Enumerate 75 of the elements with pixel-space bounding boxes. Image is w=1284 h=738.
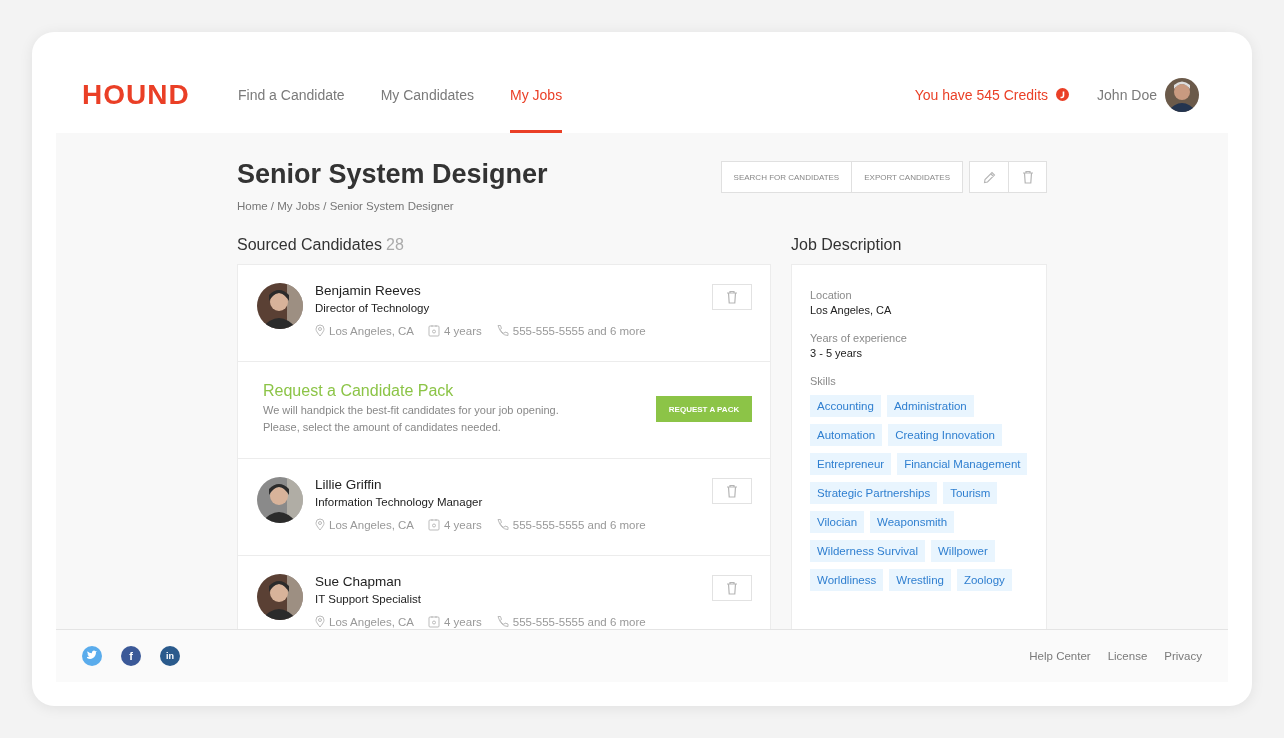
skill-tag: Wilderness Survival xyxy=(810,540,925,562)
skill-tag: Worldliness xyxy=(810,569,884,591)
linkedin-link[interactable]: in xyxy=(160,646,180,666)
field-label: Skills xyxy=(810,375,837,387)
pack-title: Request a Candidate Pack xyxy=(263,382,455,400)
candidate-name: Benjamin Reeves xyxy=(315,283,422,298)
trash-icon xyxy=(726,581,738,595)
candidate-phone: 555-555-5555 and 6 more xyxy=(512,615,646,628)
delete-button[interactable] xyxy=(712,478,752,504)
field-value: 3 - 5 years xyxy=(810,347,863,359)
calendar-icon xyxy=(428,324,441,337)
delete-button[interactable] xyxy=(712,575,752,601)
candidate-experience: 4 years xyxy=(444,615,482,628)
field-label: Location xyxy=(810,289,853,301)
trash-icon xyxy=(726,290,738,304)
skill-tag: Administration xyxy=(886,395,974,417)
facebook-link[interactable]: f xyxy=(121,646,141,666)
candidate-name: Lillie Griffin xyxy=(315,477,383,492)
bird-icon[interactable] xyxy=(82,646,102,666)
skill-tag: Weaponsmith xyxy=(870,511,955,533)
candidate-name: Sue Chapman xyxy=(315,574,403,589)
pencil-icon xyxy=(982,170,996,184)
skill-tag: Wrestling xyxy=(889,569,951,591)
phone-icon xyxy=(495,518,509,531)
candidate-title: Director of Technology xyxy=(315,302,431,314)
phone-icon xyxy=(495,324,509,337)
job-title: Senior System Designer xyxy=(237,159,548,190)
skill-tag: Zoology xyxy=(956,569,1012,591)
section-heading: Sourced Candidates xyxy=(237,236,382,253)
skill-tag: Creating Innovation xyxy=(888,424,1002,446)
delete-button[interactable] xyxy=(712,284,752,310)
breadcrumb[interactable]: Home / My Jobs / Senior System Designer xyxy=(237,200,548,212)
section-heading: Job Description xyxy=(791,236,903,254)
candidate-card[interactable]: Benjamin Reeves Director of Technology Los Angeles, CA 4 years 555-555-5555 and 6 more xyxy=(238,265,770,362)
location-pin-icon xyxy=(315,615,325,628)
trash-icon xyxy=(1021,170,1034,184)
skill-tag: Willpower xyxy=(931,540,995,562)
nav-tab[interactable]: Find a Candidate xyxy=(238,56,345,133)
action-button[interactable]: EXPORT CANDIDATES xyxy=(851,162,962,192)
phone-icon xyxy=(495,615,509,628)
skill-tag: Financial Management xyxy=(897,453,1028,475)
calendar-icon xyxy=(428,615,441,628)
candidate-card[interactable]: Lillie Griffin Information Technology Manager Los Angeles, CA 4 years 555-555-5555 and 6 more xyxy=(238,459,770,556)
action-button[interactable]: SEARCH FOR CANDIDATES xyxy=(721,162,852,192)
field-value: Los Angeles, CA xyxy=(810,304,893,316)
skill-tag: Tourism xyxy=(943,482,998,504)
trash-icon xyxy=(726,484,738,498)
calendar-icon xyxy=(428,518,441,531)
pack-description: We will handpick the best-fit candidates for your job opening. Please, select the amount of candidates needed. xyxy=(263,403,559,435)
candidate-experience: 4 years xyxy=(444,518,482,531)
skill-tag: Strategic Partnerships xyxy=(810,482,938,504)
candidate-title: Information Technology Manager xyxy=(315,496,484,508)
logo[interactable]: HOUND xyxy=(82,78,238,111)
candidate-location: Los Angeles, CA xyxy=(329,324,415,337)
credits-link[interactable]: You have 545 Credits xyxy=(914,86,1049,103)
candidate-phone: 555-555-5555 and 6 more xyxy=(512,324,646,337)
footer-link[interactable]: License xyxy=(1107,650,1148,662)
field-label: Years of experience xyxy=(810,332,908,344)
candidate-location: Los Angeles, CA xyxy=(329,518,415,531)
location-pin-icon xyxy=(315,324,325,337)
skill-tag: Vilocian xyxy=(810,511,865,533)
coin-icon xyxy=(1056,88,1070,101)
skill-tag: Automation xyxy=(810,424,883,446)
skill-tag: Accounting xyxy=(810,395,881,417)
location-pin-icon xyxy=(315,518,325,531)
skill-tag: Entrepreneur xyxy=(810,453,892,475)
candidate-phone: 555-555-5555 and 6 more xyxy=(512,518,646,531)
footer-link[interactable]: Help Center xyxy=(1029,650,1091,662)
user-name[interactable]: John Doe xyxy=(1097,86,1157,103)
candidate-experience: 4 years xyxy=(444,324,482,337)
candidate-title: IT Support Specialist xyxy=(315,593,422,605)
nav-tab[interactable]: My Candidates xyxy=(380,56,475,133)
footer-link[interactable]: Privacy xyxy=(1164,650,1202,662)
candidate-count: 28 xyxy=(386,236,404,253)
candidate-location: Los Angeles, CA xyxy=(329,615,415,628)
